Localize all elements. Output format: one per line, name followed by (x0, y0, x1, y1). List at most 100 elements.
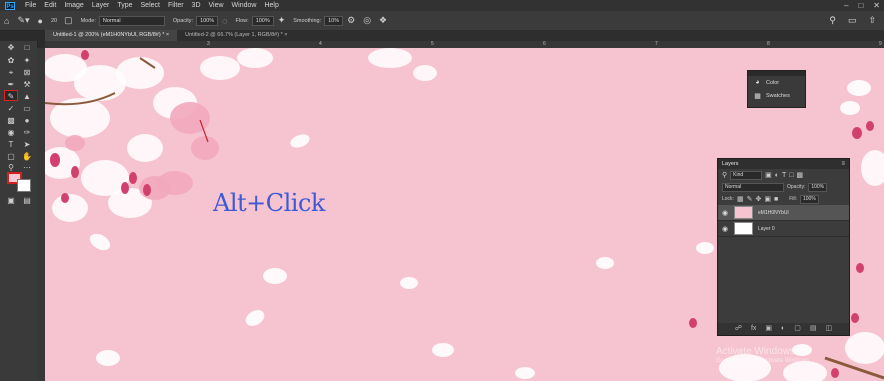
palette-icon: ◕ (755, 79, 760, 86)
ruler-mark: 9 (879, 41, 882, 47)
brush-settings-icon[interactable]: ▢ (64, 15, 73, 26)
magic-wand-icon[interactable]: ✦ (20, 55, 34, 66)
lock-artboard-icon[interactable]: ▣ (764, 195, 771, 203)
rectangle-tool-icon[interactable]: ▢ (4, 151, 18, 162)
layer-style-icon[interactable]: fx (751, 323, 756, 335)
path-selection-icon[interactable]: ➤ (20, 139, 34, 150)
filter-pixel-icon[interactable]: ▣ (765, 171, 772, 179)
menu-bar: Ps File Edit Image Layer Type Select Fil… (0, 0, 884, 11)
menu-filter[interactable]: Filter (168, 0, 184, 11)
brush-tool-icon[interactable]: ✎ (4, 90, 18, 101)
airbrush-icon[interactable]: ✦ (278, 15, 286, 26)
lock-position-icon[interactable]: ✥ (755, 195, 761, 203)
background-color[interactable] (17, 179, 31, 192)
menu-view[interactable]: View (209, 0, 224, 11)
menu-layer[interactable]: Layer (92, 0, 110, 11)
move-tool-icon[interactable]: ✥ (4, 42, 18, 53)
pressure-size-icon[interactable]: ◎ (363, 15, 371, 26)
new-group-icon[interactable]: ▢ (794, 323, 801, 335)
eraser-icon[interactable]: ▭ (20, 103, 34, 114)
lock-transparency-icon[interactable]: ▦ (737, 195, 744, 203)
smoothing-input[interactable]: 10% (324, 15, 344, 26)
layers-tab[interactable]: Layers (722, 161, 739, 167)
brush-size-icon[interactable]: ● (38, 16, 43, 26)
ruler-mark: 4 (319, 41, 322, 47)
layer-row-emh0nybul[interactable]: ◉ eM1H0NYbUl (718, 205, 849, 221)
layer-opacity-input[interactable]: 100% (808, 182, 828, 192)
menu-file[interactable]: File (25, 0, 36, 11)
filter-kind-select[interactable]: Kind (730, 170, 763, 180)
tab-untitled-1[interactable]: Untitled-1 @ 200% (eM1H0NYbUl, RGB/8#) *… (45, 30, 178, 41)
menu-type[interactable]: Type (117, 0, 132, 11)
pen-tool-icon[interactable]: ✑ (20, 127, 34, 138)
menu-select[interactable]: Select (141, 0, 160, 11)
new-layer-icon[interactable]: ▤ (810, 323, 817, 335)
lock-pixels-icon[interactable]: ✎ (747, 195, 753, 203)
close-icon[interactable]: ✕ (873, 0, 880, 11)
brush-preset-icon[interactable]: ✎▾ (17, 15, 29, 26)
layers-footer: ☍ fx ▣ ◐ ▢ ▤ ◫ (718, 323, 849, 335)
dodge-tool-icon[interactable]: ◉ (4, 127, 18, 138)
maximize-icon[interactable]: □ (858, 0, 863, 11)
lasso-tool-icon[interactable]: ✿ (4, 55, 18, 66)
menu-edit[interactable]: Edit (44, 0, 56, 11)
adjustment-layer-icon[interactable]: ◐ (781, 323, 785, 335)
layer-thumbnail (734, 222, 753, 235)
workspace-icon[interactable]: ▭ (848, 15, 857, 26)
blend-mode-select[interactable]: Normal (722, 182, 784, 192)
home-icon[interactable]: ⌂ (4, 16, 9, 26)
lock-all-icon[interactable]: ■ (774, 196, 778, 203)
menu-help[interactable]: Help (264, 0, 278, 11)
ruler-mark: 5 (431, 41, 434, 47)
gear-icon[interactable]: ⚙ (347, 15, 355, 26)
layer-name: eM1H0NYbUl (758, 209, 789, 216)
clone-stamp-icon[interactable]: ▲ (20, 91, 34, 102)
layers-filter-row: ⚲ Kind ▣ ◐ T □ ▩ (718, 169, 849, 181)
grid-icon: ▦ (754, 92, 761, 100)
screen-mode-icon[interactable]: ▤ (20, 195, 34, 206)
menu-window[interactable]: Window (232, 0, 257, 11)
symmetry-icon[interactable]: ❖ (379, 15, 387, 26)
watermark-title: Activate Windows (716, 346, 795, 357)
tab-close-icon[interactable]: × (284, 32, 287, 38)
menu-3d[interactable]: 3D (192, 0, 201, 11)
color-panel-button[interactable]: ◕ Color (748, 76, 805, 89)
pressure-opacity-icon[interactable]: ◌ (222, 16, 227, 26)
eye-icon[interactable]: ◉ (722, 225, 734, 233)
marquee-tool-icon[interactable]: □ (20, 42, 34, 53)
tab-untitled-2[interactable]: Untitled-2 @ 66.7% (Layer 1, RGB/8#) * × (177, 30, 295, 41)
filter-smart-object-icon[interactable]: ▩ (797, 171, 804, 179)
link-layers-icon[interactable]: ☍ (735, 323, 742, 335)
blur-tool-icon[interactable]: ● (20, 115, 34, 126)
type-tool-icon[interactable]: T (4, 139, 18, 150)
gradient-tool-icon[interactable]: ▩ (4, 115, 18, 126)
options-right-icons: ⚲ ▭ ⇧ (829, 15, 876, 26)
tab-close-icon[interactable]: × (166, 32, 169, 38)
options-bar: ⌂ ✎▾ ● 20 ▢ Mode: Normal Opacity: 100% ◌… (0, 11, 884, 31)
fill-input[interactable]: 100% (799, 194, 819, 204)
menu-image[interactable]: Image (64, 0, 83, 11)
filter-shape-icon[interactable]: □ (789, 172, 793, 179)
quick-mask-icon[interactable]: ▣ (4, 195, 18, 206)
search-icon[interactable]: ⚲ (829, 15, 836, 26)
eyedropper-icon[interactable]: ✒ (4, 79, 18, 90)
minimize-icon[interactable]: – (844, 0, 848, 11)
mode-select[interactable]: Normal (98, 15, 165, 26)
swatches-panel-button[interactable]: ▦ Swatches (748, 89, 805, 102)
healing-brush-icon[interactable]: ⚒ (20, 79, 34, 90)
trash-icon[interactable]: ◫ (826, 323, 833, 335)
flow-input[interactable]: 100% (251, 15, 274, 26)
frame-tool-icon[interactable]: ⊠ (20, 67, 34, 78)
layer-row-layer-0[interactable]: ◉ Layer 0 (718, 221, 849, 237)
filter-type-icon[interactable]: T (782, 172, 786, 179)
crop-tool-icon[interactable]: ⌖ (4, 67, 18, 78)
share-icon[interactable]: ⇧ (868, 15, 876, 26)
opacity-input[interactable]: 100% (196, 15, 219, 26)
eye-icon[interactable]: ◉ (722, 209, 734, 217)
ruler-mark: 6 (543, 41, 546, 47)
filter-adjustment-icon[interactable]: ◐ (775, 172, 779, 179)
history-brush-icon[interactable]: ✓ (4, 103, 18, 114)
add-mask-icon[interactable]: ▣ (765, 323, 772, 335)
panel-menu-icon[interactable]: ≡ (841, 161, 845, 167)
hand-tool-icon[interactable]: ✋ (20, 151, 34, 162)
